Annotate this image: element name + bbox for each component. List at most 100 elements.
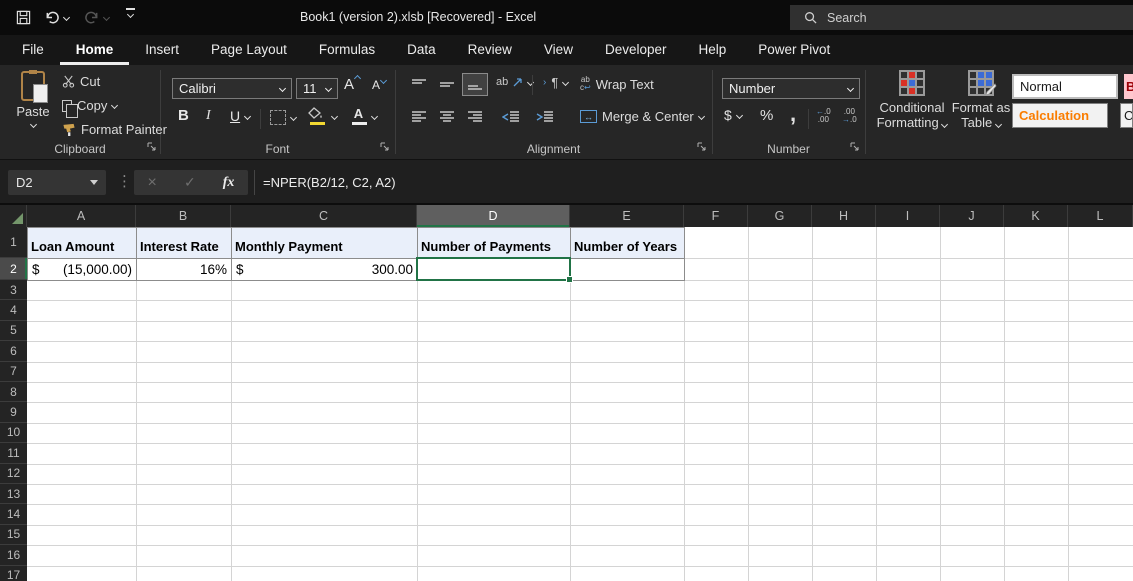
number-dialog-launcher-icon[interactable] [850,140,860,155]
decrease-decimal-button[interactable]: .00 →.0 [842,108,857,124]
row-header-14[interactable]: 14 [0,504,27,524]
customize-quick-access-icon[interactable] [126,8,135,26]
row-header-7[interactable]: 7 [0,362,27,382]
cell-A2[interactable]: $ (15,000.00) [28,259,137,281]
borders-button[interactable] [270,110,296,125]
row-header-8[interactable]: 8 [0,382,27,402]
select-all-button[interactable] [0,205,27,227]
row-header-2[interactable]: 2 [0,258,27,280]
name-box-dropdown-icon[interactable] [90,180,98,185]
align-right-button[interactable] [462,105,488,128]
column-header-I[interactable]: I [876,205,940,227]
row-header-5[interactable]: 5 [0,321,27,341]
bold-button[interactable]: B [178,107,189,124]
align-center-button[interactable] [434,105,460,128]
redo-dropdown-icon[interactable] [103,13,110,20]
copy-dropdown-icon[interactable] [111,102,118,109]
row-header-12[interactable]: 12 [0,464,27,484]
paste-button[interactable]: Paste [10,71,56,127]
font-color-button[interactable]: A [350,106,377,126]
copy-button[interactable]: Copy [62,98,117,113]
italic-button[interactable]: I [206,108,211,124]
cell-style-normal[interactable]: Normal [1012,74,1118,99]
cell-E1[interactable]: Number of Years [571,228,685,259]
row-header-1[interactable]: 1 [0,227,27,258]
align-bottom-button[interactable] [462,73,488,96]
row-header-16[interactable]: 16 [0,545,27,565]
cell-E2[interactable] [571,259,685,281]
cell-style-calculation[interactable]: Calculation [1012,103,1108,128]
font-dialog-launcher-icon[interactable] [380,140,390,155]
row-header-11[interactable]: 11 [0,443,27,463]
name-box[interactable]: D2 [8,170,106,195]
format-as-table-button[interactable]: Format as Table [950,70,1012,130]
alignment-dialog-launcher-icon[interactable] [697,140,707,155]
fill-handle[interactable] [566,276,573,283]
tab-view[interactable]: View [528,35,589,65]
column-header-A[interactable]: A [27,205,136,227]
underline-button[interactable]: U [230,108,250,124]
row-header-9[interactable]: 9 [0,402,27,422]
row-header-10[interactable]: 10 [0,423,27,443]
redo-button[interactable] [84,8,109,26]
align-middle-button[interactable] [434,73,460,96]
column-header-J[interactable]: J [940,205,1004,227]
number-format-select[interactable]: Number [722,78,860,99]
column-header-D[interactable]: D [417,205,570,227]
font-size-select[interactable]: 11 [296,78,338,99]
column-header-E[interactable]: E [570,205,684,227]
cell-A1[interactable]: Loan Amount [28,228,137,259]
search-input[interactable]: Search [790,5,1133,30]
tab-page-layout[interactable]: Page Layout [195,35,303,65]
column-header-K[interactable]: K [1004,205,1068,227]
wrap-text-button[interactable]: ab c↩ Wrap Text [580,76,654,92]
shrink-font-button[interactable]: A [372,78,386,92]
undo-dropdown-icon[interactable] [63,13,70,20]
cell-style-bad-partial[interactable]: B [1124,74,1133,99]
merge-center-button[interactable]: ↔ Merge & Center [580,109,704,124]
column-header-B[interactable]: B [136,205,231,227]
cancel-icon[interactable]: × [148,174,157,192]
cell-D1[interactable]: Number of Payments [418,228,571,259]
grow-font-button[interactable]: A [344,76,360,93]
insert-function-icon[interactable]: fx [223,175,235,191]
formula-input[interactable]: =NPER(B2/12, C2, A2) [263,170,396,195]
clipboard-dialog-launcher-icon[interactable] [147,140,157,155]
row-header-3[interactable]: 3 [0,280,27,300]
tab-power-pivot[interactable]: Power Pivot [742,35,846,65]
text-direction-button[interactable]: › ¶ [543,75,568,90]
tab-file[interactable]: File [6,35,60,65]
tab-formulas[interactable]: Formulas [303,35,391,65]
increase-decimal-button[interactable]: ←.0 .00 [816,108,831,124]
tab-insert[interactable]: Insert [129,35,195,65]
font-name-select[interactable]: Calibri [172,78,292,99]
align-top-button[interactable] [406,73,432,96]
save-icon[interactable] [16,8,31,26]
format-painter-button[interactable]: Format Painter [62,122,167,137]
cell-B1[interactable]: Interest Rate [137,228,232,259]
row-header-4[interactable]: 4 [0,300,27,320]
cell-B2[interactable]: 16% [137,259,232,281]
decrease-indent-button[interactable] [498,105,524,128]
tab-home[interactable]: Home [60,35,130,65]
conditional-formatting-button[interactable]: Conditional Formatting [872,70,952,130]
column-header-L[interactable]: L [1068,205,1133,227]
column-header-G[interactable]: G [748,205,812,227]
cell-C1[interactable]: Monthly Payment [232,228,418,259]
tab-data[interactable]: Data [391,35,452,65]
cell-style-check-partial[interactable]: C [1120,103,1133,128]
row-header-13[interactable]: 13 [0,484,27,504]
align-left-button[interactable] [406,105,432,128]
column-header-C[interactable]: C [231,205,417,227]
column-header-F[interactable]: F [684,205,748,227]
row-header-6[interactable]: 6 [0,341,27,361]
enter-icon[interactable]: ✓ [184,175,196,191]
increase-indent-button[interactable] [532,105,558,128]
fill-color-button[interactable] [308,107,337,126]
percent-style-button[interactable]: % [760,107,773,124]
paste-dropdown-icon[interactable] [29,121,36,128]
undo-button[interactable] [44,8,69,26]
comma-style-button[interactable]: , [790,101,796,127]
column-header-H[interactable]: H [812,205,876,227]
orientation-button[interactable]: ab [496,76,533,88]
